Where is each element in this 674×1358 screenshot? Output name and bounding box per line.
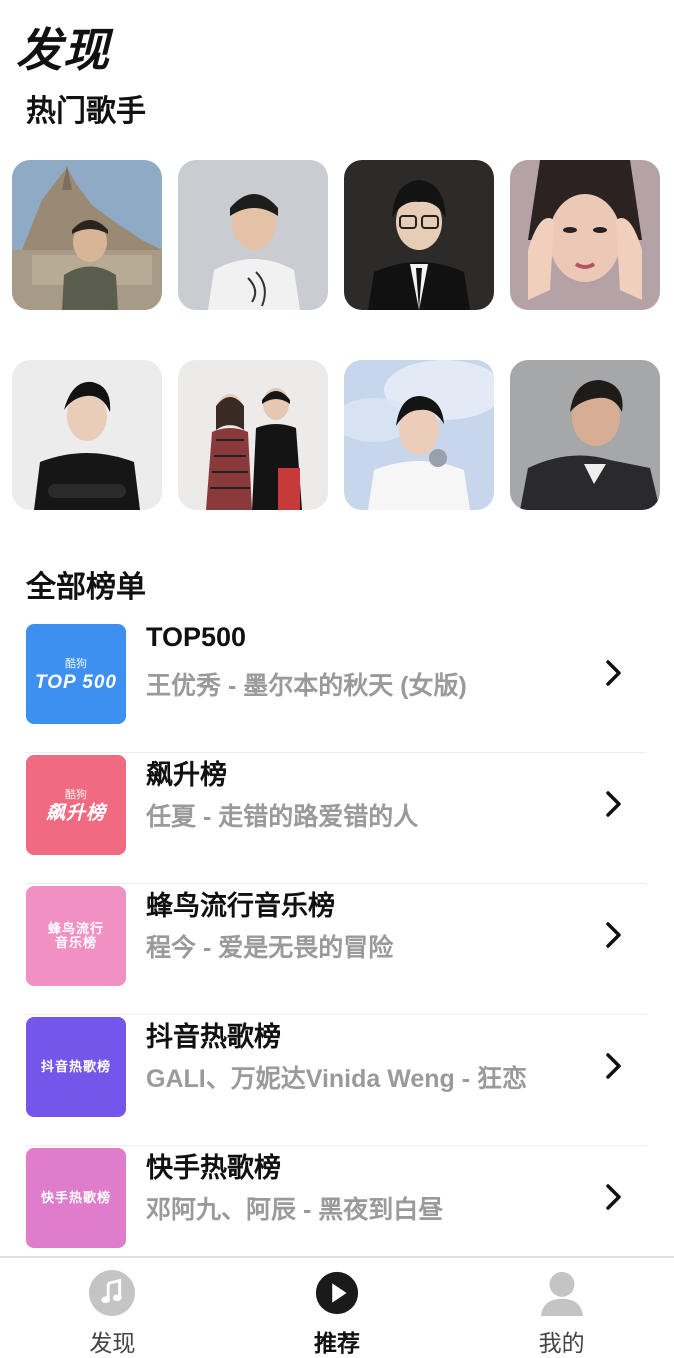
singer-grid <box>12 160 662 510</box>
page-title: 发现 <box>16 24 110 76</box>
chart-name: 蜂鸟流行音乐榜 <box>146 891 335 921</box>
chevron-right-icon <box>606 922 621 948</box>
singer-card[interactable] <box>12 360 162 510</box>
cover-brand: 酷狗 <box>65 788 87 801</box>
singer-card[interactable] <box>12 160 162 310</box>
chart-cover: 蜂鸟流行 音乐榜 <box>26 886 126 986</box>
chart-row-hummingbird[interactable]: 蜂鸟流行 音乐榜 蜂鸟流行音乐榜 程今 - 爱是无畏的冒险 <box>26 884 646 1015</box>
chart-list: 酷狗 TOP 500 TOP500 王优秀 - 墨尔本的秋天 (女版) 酷狗 飙… <box>26 622 646 1276</box>
chart-top-song: GALI、万妮达Vinida Weng - 狂恋 <box>146 1065 528 1093</box>
tab-label: 我的 <box>538 1330 585 1356</box>
singer-photo <box>12 160 162 310</box>
play-icon <box>315 1271 359 1315</box>
music-note-icon <box>89 1270 136 1316</box>
chart-cover: 酷狗 飙升榜 <box>26 755 126 855</box>
tab-label: 发现 <box>89 1330 136 1356</box>
chevron-right-icon <box>606 1184 621 1210</box>
chart-top-song: 任夏 - 走错的路爱错的人 <box>146 803 419 831</box>
singer-photo <box>344 360 494 510</box>
singer-card[interactable] <box>178 360 328 510</box>
chevron-right-icon <box>606 791 621 817</box>
chart-name: 抖音热歌榜 <box>146 1022 281 1052</box>
singer-photo <box>344 160 494 310</box>
tab-recommend[interactable]: 推荐 <box>225 1258 450 1358</box>
singer-photo <box>12 360 162 510</box>
user-icon <box>540 1271 583 1316</box>
singer-card[interactable] <box>510 160 660 310</box>
all-charts-title: 全部榜单 <box>26 571 146 604</box>
chart-row-douyin[interactable]: 抖音热歌榜 抖音热歌榜 GALI、万妮达Vinida Weng - 狂恋 <box>26 1015 646 1146</box>
chart-cover: 酷狗 TOP 500 <box>26 624 126 724</box>
singer-card[interactable] <box>344 160 494 310</box>
singer-photo <box>510 160 660 310</box>
chart-cover: 快手热歌榜 <box>26 1148 126 1248</box>
cover-text: 快手热歌榜 <box>40 1189 111 1205</box>
singer-card[interactable] <box>510 360 660 510</box>
cover-text: TOP 500 <box>35 671 117 693</box>
chevron-right-icon <box>606 1053 621 1079</box>
bottom-tab-bar: 发现 推荐 我的 <box>0 1256 674 1358</box>
chart-top-song: 程今 - 爱是无畏的冒险 <box>146 934 394 962</box>
cover-text: 飙升榜 <box>45 802 106 824</box>
chart-name: 快手热歌榜 <box>146 1153 281 1183</box>
cover-brand: 酷狗 <box>65 657 87 670</box>
chart-row-soaring[interactable]: 酷狗 飙升榜 飙升榜 任夏 - 走错的路爱错的人 <box>26 753 646 884</box>
singer-photo <box>510 360 660 510</box>
chart-top-song: 王优秀 - 墨尔本的秋天 (女版) <box>146 672 467 700</box>
chart-top-song: 邓阿九、阿辰 - 黑夜到白昼 <box>146 1196 444 1224</box>
singer-card[interactable] <box>178 160 328 310</box>
tab-mine[interactable]: 我的 <box>449 1258 674 1358</box>
chevron-right-icon <box>606 660 621 686</box>
chart-name: TOP500 <box>146 622 247 652</box>
cover-text: 蜂鸟流行 音乐榜 <box>47 920 104 950</box>
chart-row-top500[interactable]: 酷狗 TOP 500 TOP500 王优秀 - 墨尔本的秋天 (女版) <box>26 622 646 753</box>
cover-text: 抖音热歌榜 <box>40 1058 111 1074</box>
singer-card[interactable] <box>344 360 494 510</box>
chart-cover: 抖音热歌榜 <box>26 1017 126 1117</box>
tab-label: 推荐 <box>314 1330 360 1356</box>
chart-name: 飙升榜 <box>146 760 227 790</box>
singer-photo <box>178 360 328 510</box>
hot-singers-title: 热门歌手 <box>26 95 146 128</box>
singer-photo <box>178 160 328 310</box>
tab-discover[interactable]: 发现 <box>0 1258 225 1358</box>
